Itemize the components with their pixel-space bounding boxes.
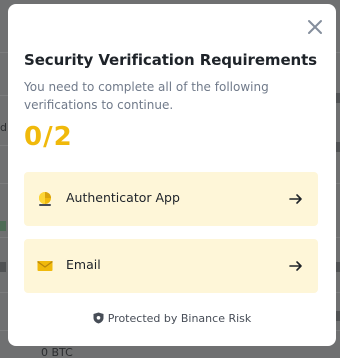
authenticator-app-option[interactable]: Authenticator App [24, 172, 318, 226]
shield-icon [93, 312, 104, 324]
authenticator-icon [39, 192, 51, 206]
security-verification-modal: Security Verification Requirements You n… [8, 4, 336, 346]
close-button[interactable] [306, 18, 324, 36]
footer-text: Protected by Binance Risk [107, 312, 252, 325]
background-icon [336, 93, 340, 103]
background-icon [0, 221, 6, 231]
background-text: 0 BTC [41, 346, 73, 358]
background-icon [336, 142, 340, 152]
email-option[interactable]: Email [24, 239, 318, 293]
close-icon [308, 20, 322, 34]
modal-subtitle: You need to complete all of the followin… [24, 80, 269, 112]
modal-footer: Protected by Binance Risk [8, 312, 336, 325]
modal-title: Security Verification Requirements [24, 51, 317, 69]
arrow-right-icon [289, 261, 302, 271]
background-icon [336, 262, 340, 272]
background-text: d [0, 121, 7, 134]
background-icon [336, 311, 340, 321]
method-label: Authenticator App [66, 190, 180, 205]
background-icon [0, 262, 6, 272]
verification-progress: 0/2 [24, 122, 73, 152]
arrow-right-icon [289, 194, 302, 204]
email-icon [37, 261, 53, 271]
method-label: Email [66, 257, 101, 272]
